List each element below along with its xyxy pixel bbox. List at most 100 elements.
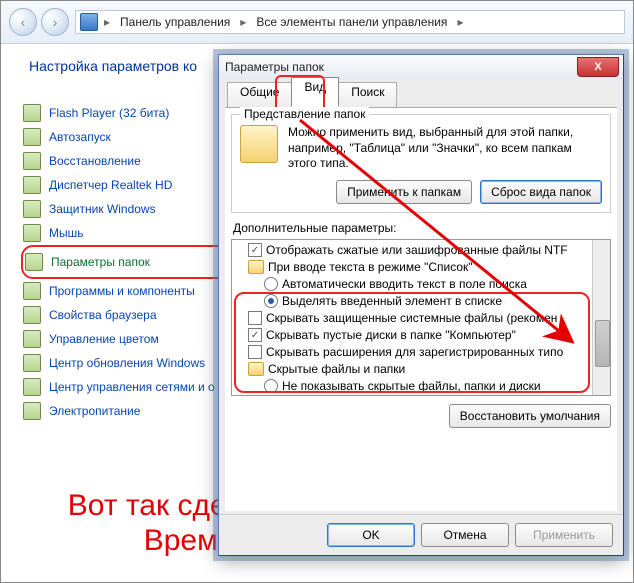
dialog-title-text: Параметры папок [225,60,324,74]
tree-row-label: Отображать сжатые или зашифрованные файл… [266,242,568,259]
sidebar-item[interactable]: Управление цветом [21,327,251,351]
item-icon [23,402,41,420]
nav-back-button[interactable]: ‹ [9,8,37,36]
cancel-button[interactable]: Отмена [421,523,509,547]
sidebar-item-label: Электропитание [49,404,140,418]
tree-content[interactable]: ✓ Отображать сжатые или зашифрованные фай… [232,240,593,395]
item-icon [23,378,41,396]
scrollbar[interactable] [592,240,610,395]
sidebar-item-label: Центр управления сетями и о [49,380,215,394]
checkbox[interactable]: ✓ [248,243,262,257]
sidebar-item[interactable]: Диспетчер Realtek HD [21,173,251,197]
tree-row[interactable]: Не показывать скрытые файлы, папки и дис… [234,378,591,395]
sidebar-item[interactable]: Защитник Windows [21,197,251,221]
dialog-body: Представление папок Можно применить вид,… [225,107,617,511]
sidebar-item-label: Свойства браузера [49,308,157,322]
breadcrumb-item[interactable]: Все элементы панели управления [252,13,451,31]
sidebar-item-label: Мышь [49,226,84,240]
sidebar-item[interactable]: Flash Player (32 бита) [21,101,251,125]
tree-row[interactable]: ✓ Отображать сжатые или зашифрованные фай… [234,242,591,259]
checkbox[interactable] [248,311,262,325]
control-panel-items: Flash Player (32 бита) Автозапуск Восстано… [21,101,251,423]
sidebar-item[interactable]: Свойства браузера [21,303,251,327]
sidebar-item-label: Защитник Windows [49,202,156,216]
dialog-titlebar[interactable]: Параметры папок X [219,55,623,79]
tree-row[interactable]: При вводе текста в режиме "Список" [234,259,591,276]
tree-row[interactable]: Скрывать защищенные системные файлы (рек… [234,310,591,327]
nav-forward-button[interactable]: › [41,8,69,36]
tree-row-label: Скрывать пустые диски в папке "Компьютер… [266,327,516,344]
sidebar-item[interactable]: Центр управления сетями и о [21,375,251,399]
sidebar-item-label: Управление цветом [49,332,159,346]
chevron-right-icon: ▸ [455,15,465,29]
scrollbar-thumb[interactable] [595,320,610,367]
advanced-settings-tree: ✓ Отображать сжатые или зашифрованные фай… [231,239,611,396]
sidebar-item-label: Диспетчер Realtek HD [49,178,172,192]
chevron-right-icon: ▸ [238,15,248,29]
item-icon [23,104,41,122]
checkbox[interactable]: ✓ [248,328,262,342]
radio[interactable] [264,294,278,308]
sidebar-item-label: Восстановление [49,154,141,168]
folder-icon [240,125,278,163]
topbar: ‹ › ▸ Панель управления ▸ Все элементы п… [1,1,633,44]
item-icon [23,128,41,146]
radio[interactable] [264,277,278,291]
chevron-right-icon: ▸ [102,15,112,29]
apply-button[interactable]: Применить [515,523,613,547]
dialog-buttons: OK Отмена Применить [219,514,623,555]
item-icon [23,176,41,194]
folder-options-dialog: Параметры папок X Общие Вид Поиск Предст… [218,54,624,556]
sidebar-item-label: Автозапуск [49,130,111,144]
item-icon [23,306,41,324]
radio[interactable] [264,379,278,393]
tree-row[interactable]: ✓ Скрывать пустые диски в папке "Компьюте… [234,327,591,344]
tree-row-label: Выделять введенный элемент в списке [282,293,502,310]
nav-buttons: ‹ › [9,8,69,36]
breadcrumb-item[interactable]: Панель управления [116,13,234,31]
reset-folders-button[interactable]: Сброс вида папок [480,180,602,204]
advanced-settings-label: Дополнительные параметры: [233,221,611,235]
tree-row-label: Автоматически вводить текст в поле поиск… [282,276,527,293]
tree-row-label: Скрывать защищенные системные файлы (рек… [266,310,557,327]
folder-icon [248,260,264,274]
apply-to-folders-button[interactable]: Применить к папкам [336,180,472,204]
sidebar-item[interactable]: Электропитание [21,399,251,423]
item-icon [23,152,41,170]
sidebar-item-label: Flash Player (32 бита) [49,106,169,120]
item-icon [23,282,41,300]
group-label: Представление папок [240,107,369,121]
tree-row-label: Не показывать скрытые файлы, папки и дис… [282,378,541,395]
sidebar-item[interactable]: Параметры папок [21,245,251,279]
tab-general[interactable]: Общие [227,82,292,107]
sidebar-item[interactable]: Автозапуск [21,125,251,149]
tree-row[interactable]: Скрытые файлы и папки [234,361,591,378]
item-icon [23,330,41,348]
ok-button[interactable]: OK [327,523,415,547]
sidebar-item-label: Параметры папок [51,255,150,269]
folder-views-text: Можно применить вид, выбранный для этой … [288,125,602,172]
tree-row[interactable]: Скрывать расширения для зарегистрированн… [234,344,591,361]
tree-row[interactable]: Выделять введенный элемент в списке [234,293,591,310]
tree-row-label: Скрывать расширения для зарегистрированн… [266,344,563,361]
folder-icon [248,362,264,376]
sidebar-item-label: Программы и компоненты [49,284,195,298]
item-icon [23,354,41,372]
close-button[interactable]: X [577,57,619,77]
sidebar-item[interactable]: Программы и компоненты [21,279,251,303]
item-icon [23,200,41,218]
tree-row-label: Скрытые файлы и папки [268,361,405,378]
checkbox[interactable] [248,345,262,359]
tree-row-label: При вводе текста в режиме "Список" [268,259,473,276]
tree-row[interactable]: Автоматически вводить текст в поле поиск… [234,276,591,293]
item-icon [23,224,41,242]
sidebar-item[interactable]: Мышь [21,221,251,245]
tab-search[interactable]: Поиск [338,82,397,107]
sidebar-item[interactable]: Восстановление [21,149,251,173]
sidebar-item-label: Центр обновления Windows [49,356,205,370]
restore-defaults-button[interactable]: Восстановить умолчания [449,404,611,428]
sidebar-item[interactable]: Центр обновления Windows [21,351,251,375]
tab-view[interactable]: Вид [291,77,339,107]
tabs: Общие Вид Поиск [219,79,623,107]
address-bar[interactable]: ▸ Панель управления ▸ Все элементы панел… [75,10,625,34]
